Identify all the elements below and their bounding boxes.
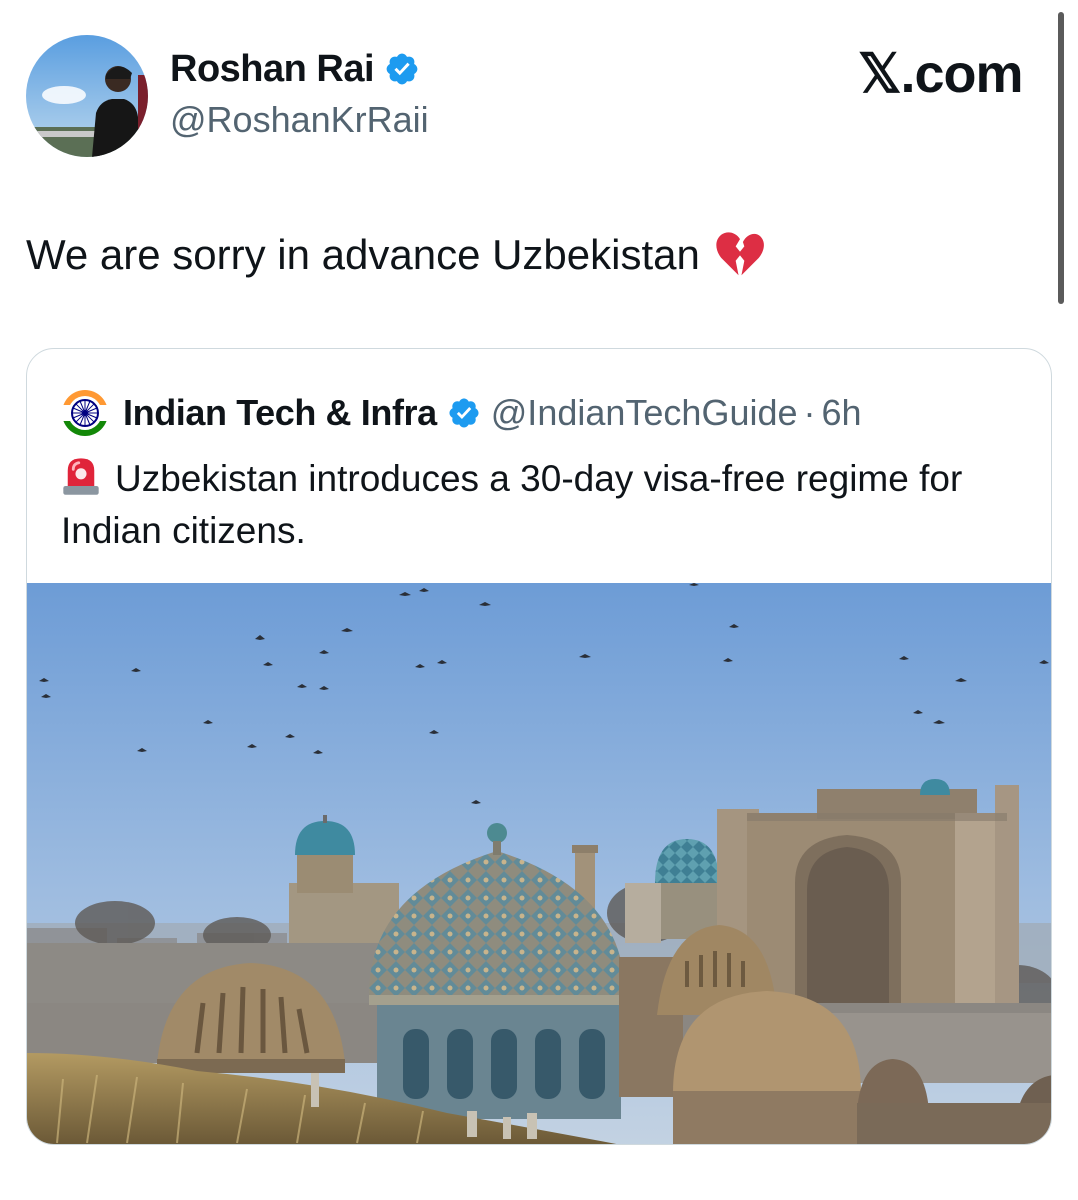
avatar[interactable] — [26, 35, 148, 157]
brand-logo: 𝕏.com — [858, 44, 1024, 104]
quoted-tweet-header: Indian Tech & Infra @IndianTechGuide · 6… — [61, 389, 862, 437]
avatar-photo — [26, 35, 148, 157]
author-name-text: Roshan Rai — [170, 48, 375, 90]
verified-badge-icon — [449, 398, 479, 428]
quoted-timestamp[interactable]: 6h — [822, 391, 862, 435]
police-light-icon — [63, 458, 99, 495]
quoted-tweet-card[interactable]: Indian Tech & Infra @IndianTechGuide · 6… — [26, 348, 1052, 1145]
tweet-text-content: We are sorry in advance Uzbekistan — [26, 231, 700, 278]
quoted-tweet-text: Uzbekistan introduces a 30-day visa-free… — [61, 453, 1001, 557]
quoted-author-name[interactable]: Indian Tech & Infra — [123, 391, 437, 435]
author-handle[interactable]: @RoshanKrRaii — [170, 98, 429, 142]
tweet-text: We are sorry in advance Uzbekistan — [26, 228, 766, 282]
quoted-text-content: Uzbekistan introduces a 30-day visa-free… — [61, 458, 963, 551]
separator-dot: · — [803, 392, 816, 433]
author-display-name[interactable]: Roshan Rai — [170, 46, 420, 92]
quoted-author-handle[interactable]: @IndianTechGuide — [491, 391, 798, 435]
samarkand-domes-photo[interactable] — [27, 583, 1052, 1145]
scrollbar[interactable] — [1058, 12, 1064, 304]
broken-heart-icon — [716, 232, 764, 276]
indian-flag-chakra-icon[interactable] — [61, 389, 109, 437]
verified-badge-icon — [386, 53, 418, 85]
